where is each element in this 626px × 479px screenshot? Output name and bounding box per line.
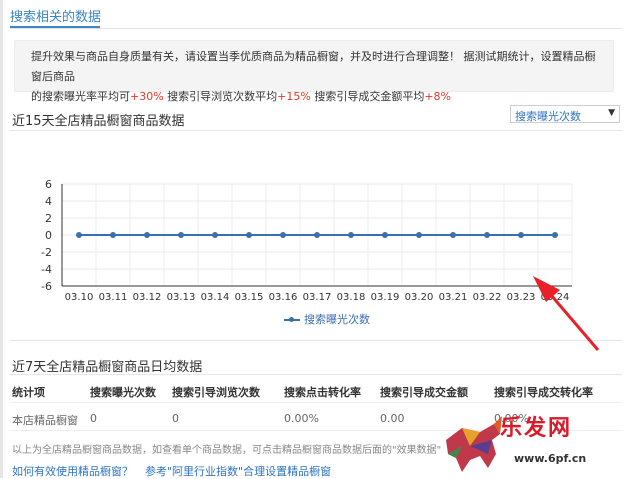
data-point (110, 232, 116, 238)
x-tick-label: 03.15 (235, 292, 264, 303)
footnote: 以上为全店精品橱窗商品数据，如查看单个商品数据，可点击精品橱窗商品数据后面的"效… (12, 445, 442, 456)
watermark-url: www.6pf.cn (514, 452, 587, 465)
y-tick-label: -2 (41, 246, 52, 259)
col-header: 搜索引导成交金额 (380, 386, 468, 399)
notice-pct-sales: +8% (424, 90, 452, 103)
notice-text-c: 搜索引导成交金额平均 (310, 90, 425, 103)
col-header: 搜索点击转化率 (284, 386, 361, 399)
data-point (246, 232, 252, 238)
col-header: 搜索引导成交转化率 (494, 386, 593, 399)
data-point (416, 232, 422, 238)
x-tick-label: 03.11 (99, 292, 128, 303)
table-cell: 0 (90, 412, 97, 425)
data-point (518, 232, 524, 238)
notice-pct-views: +15% (277, 90, 311, 103)
link-how-to-use[interactable]: 如何有效使用精品橱窗？ (12, 465, 133, 478)
col-header: 搜索引导浏览次数 (172, 386, 260, 399)
data-point (450, 232, 456, 238)
notice-line-2: 的搜索曝光率平均可+30% 搜索引导浏览次数平均+15% 搜索引导成交金额平均+… (31, 87, 601, 107)
table-cell: 0.00% (284, 412, 319, 425)
x-tick-label: 03.19 (371, 292, 400, 303)
notice-box: 提升效果与商品自身质量有关，请设置当季优质商品为精品橱窗，并及时进行合理调整！ … (14, 40, 614, 103)
help-links: 如何有效使用精品橱窗？ 参考"阿里行业指数"合理设置精品橱窗 (12, 463, 331, 479)
section-divider (10, 340, 622, 341)
metric-select[interactable]: 搜索曝光次数 ▼ (510, 105, 620, 123)
legend-swatch (284, 317, 300, 322)
y-tick-label: -4 (41, 263, 52, 276)
table-cell: 0.00 (380, 412, 405, 425)
x-tick-label: 03.22 (473, 292, 502, 303)
x-tick-label: 03.20 (405, 292, 434, 303)
x-tick-label: 03.14 (201, 292, 230, 303)
link-industry-index[interactable]: 参考"阿里行业指数"合理设置精品橱窗 (145, 465, 331, 478)
section-15day-title: 近15天全店精品橱窗商品数据 (12, 114, 185, 129)
notice-text-b: 搜索引导浏览次数平均 (163, 90, 278, 103)
line-chart: 6 4 2 0 -2 -4 -6 03.10 03.11 03.12 03.13 03.14 03.15… (41, 178, 573, 303)
watermark-brand: 乐发网 (500, 415, 573, 441)
y-tick-label: 2 (45, 212, 52, 225)
data-point (280, 232, 286, 238)
section-7day-title: 近7天全店精品橱窗商品日均数据 (12, 360, 203, 375)
section-title-divider (10, 374, 622, 375)
x-tick-label: 03.21 (439, 292, 468, 303)
y-tick-label: 4 (45, 195, 52, 208)
x-tick-label: 03.18 (337, 292, 366, 303)
tab-divider (10, 28, 622, 29)
notice-text-a: 的搜索曝光率平均可 (31, 90, 130, 103)
x-tick-label: 03.23 (507, 292, 536, 303)
tab-search-data[interactable]: 搜索相关的数据 (10, 6, 101, 25)
notice-line-1: 提升效果与商品自身质量有关，请设置当季优质商品为精品橱窗，并及时进行合理调整！ … (31, 50, 596, 83)
chart-legend[interactable]: 搜索曝光次数 (284, 311, 370, 327)
data-point (552, 232, 558, 238)
data-point (144, 232, 150, 238)
data-point (76, 232, 82, 238)
x-tick-label: 03.13 (167, 292, 196, 303)
metric-select-value: 搜索曝光次数 (515, 110, 581, 123)
data-point (178, 232, 184, 238)
table-cell: 本店精品橱窗 (12, 414, 78, 427)
x-tick-label: 03.17 (303, 292, 332, 303)
dropdown-arrow-icon: ▼ (608, 108, 615, 118)
y-tick-label: -6 (41, 280, 52, 293)
data-point (382, 232, 388, 238)
window-left-edge (0, 0, 3, 478)
x-tick-label: 03.12 (133, 292, 162, 303)
data-point (348, 232, 354, 238)
data-point (314, 232, 320, 238)
notice-pct-exposure: +30% (130, 90, 164, 103)
section-divider (10, 130, 622, 131)
data-point (484, 232, 490, 238)
legend-label: 搜索曝光次数 (304, 313, 370, 326)
col-header: 搜索曝光次数 (90, 386, 156, 399)
x-tick-label: 03.16 (269, 292, 298, 303)
x-tick-label: 03.24 (541, 292, 570, 303)
y-tick-label: 0 (45, 229, 52, 242)
table-divider (10, 402, 622, 403)
col-header: 统计项 (12, 386, 45, 399)
y-tick-label: 6 (45, 178, 52, 191)
data-point (212, 232, 218, 238)
x-tick-label: 03.10 (65, 292, 94, 303)
table-cell: 0 (172, 412, 179, 425)
